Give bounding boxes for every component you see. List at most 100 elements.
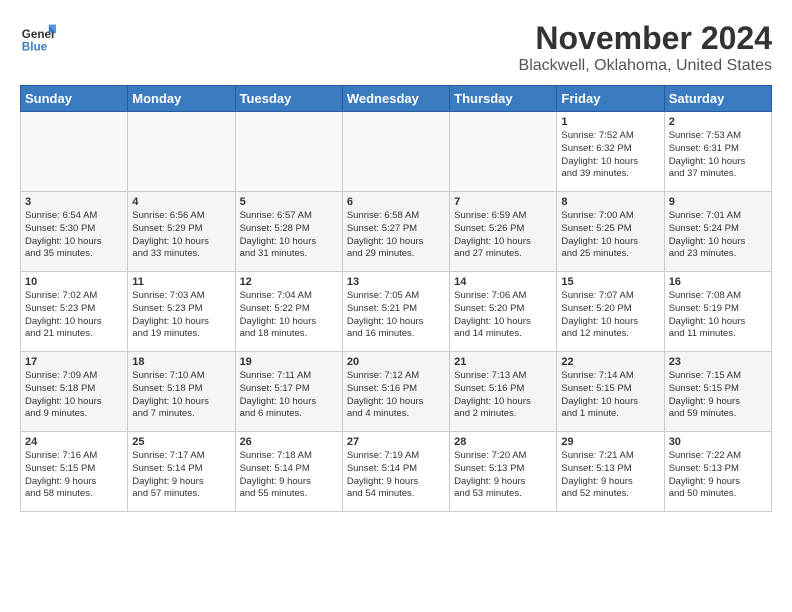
day-info: Sunrise: 7:03 AM Sunset: 5:23 PM Dayligh…	[132, 290, 230, 341]
calendar-day-cell: 28 Sunrise: 7:20 AM Sunset: 5:13 PM Dayli…	[450, 432, 557, 512]
day-info: Sunrise: 7:06 AM Sunset: 5:20 PM Dayligh…	[454, 290, 552, 341]
day-info: Sunrise: 7:20 AM Sunset: 5:13 PM Dayligh…	[454, 450, 552, 501]
day-number: 8	[561, 196, 659, 208]
calendar-day-cell: 22 Sunrise: 7:14 AM Sunset: 5:15 PM Dayli…	[557, 352, 664, 432]
day-number: 21	[454, 356, 552, 368]
day-info: Sunrise: 6:58 AM Sunset: 5:27 PM Dayligh…	[347, 210, 445, 261]
day-info: Sunrise: 7:09 AM Sunset: 5:18 PM Dayligh…	[25, 370, 123, 421]
day-number: 14	[454, 276, 552, 288]
calendar-day-cell: 24 Sunrise: 7:16 AM Sunset: 5:15 PM Dayli…	[21, 432, 128, 512]
calendar-day-cell: 5 Sunrise: 6:57 AM Sunset: 5:28 PM Daylig…	[235, 192, 342, 272]
location: Blackwell, Oklahoma, United States	[519, 57, 772, 75]
calendar-day-cell: 6 Sunrise: 6:58 AM Sunset: 5:27 PM Daylig…	[342, 192, 449, 272]
calendar-day-cell: 20 Sunrise: 7:12 AM Sunset: 5:16 PM Dayli…	[342, 352, 449, 432]
calendar-day-cell: 2 Sunrise: 7:53 AM Sunset: 6:31 PM Daylig…	[664, 112, 771, 192]
day-info: Sunrise: 7:17 AM Sunset: 5:14 PM Dayligh…	[132, 450, 230, 501]
weekday-header-wednesday: Wednesday	[342, 86, 449, 112]
day-number: 27	[347, 436, 445, 448]
day-number: 2	[669, 116, 767, 128]
day-info: Sunrise: 6:54 AM Sunset: 5:30 PM Dayligh…	[25, 210, 123, 261]
day-number: 3	[25, 196, 123, 208]
weekday-header-monday: Monday	[128, 86, 235, 112]
calendar-day-cell: 18 Sunrise: 7:10 AM Sunset: 5:18 PM Dayli…	[128, 352, 235, 432]
calendar-day-cell: 15Sunrise: 7:07 AM Sunset: 5:20 PM Dayli…	[557, 272, 664, 352]
day-info: Sunrise: 7:12 AM Sunset: 5:16 PM Dayligh…	[347, 370, 445, 421]
day-number: 5	[240, 196, 338, 208]
calendar-day-cell	[342, 112, 449, 192]
weekday-header-friday: Friday	[557, 86, 664, 112]
day-info: Sunrise: 7:53 AM Sunset: 6:31 PM Dayligh…	[669, 130, 767, 181]
day-info: Sunrise: 7:19 AM Sunset: 5:14 PM Dayligh…	[347, 450, 445, 501]
calendar-day-cell: 10 Sunrise: 7:02 AM Sunset: 5:23 PM Dayli…	[21, 272, 128, 352]
day-number: 25	[132, 436, 230, 448]
day-info: Sunrise: 7:15 AM Sunset: 5:15 PM Dayligh…	[669, 370, 767, 421]
calendar-day-cell: 13 Sunrise: 7:05 AM Sunset: 5:21 PM Dayli…	[342, 272, 449, 352]
day-info: Sunrise: 7:13 AM Sunset: 5:16 PM Dayligh…	[454, 370, 552, 421]
calendar-day-cell: 19Sunrise: 7:11 AM Sunset: 5:17 PM Dayli…	[235, 352, 342, 432]
weekday-header-row: SundayMondayTuesdayWednesdayThursdayFrid…	[21, 86, 772, 112]
calendar-day-cell: 17 Sunrise: 7:09 AM Sunset: 5:18 PM Dayli…	[21, 352, 128, 432]
calendar-week-row: 24 Sunrise: 7:16 AM Sunset: 5:15 PM Dayli…	[21, 432, 772, 512]
day-number: 30	[669, 436, 767, 448]
day-info: Sunrise: 6:57 AM Sunset: 5:28 PM Dayligh…	[240, 210, 338, 261]
day-info: Sunrise: 7:00 AM Sunset: 5:25 PM Dayligh…	[561, 210, 659, 261]
day-number: 10	[25, 276, 123, 288]
calendar-day-cell: 3 Sunrise: 6:54 AM Sunset: 5:30 PM Daylig…	[21, 192, 128, 272]
calendar-week-row: 3 Sunrise: 6:54 AM Sunset: 5:30 PM Daylig…	[21, 192, 772, 272]
day-info: Sunrise: 6:56 AM Sunset: 5:29 PM Dayligh…	[132, 210, 230, 261]
day-info: Sunrise: 7:11 AM Sunset: 5:17 PM Dayligh…	[240, 370, 338, 421]
day-number: 13	[347, 276, 445, 288]
day-info: Sunrise: 7:14 AM Sunset: 5:15 PM Dayligh…	[561, 370, 659, 421]
day-number: 16	[669, 276, 767, 288]
weekday-header-thursday: Thursday	[450, 86, 557, 112]
calendar-table: SundayMondayTuesdayWednesdayThursdayFrid…	[20, 85, 772, 512]
day-number: 6	[347, 196, 445, 208]
day-number: 29	[561, 436, 659, 448]
day-info: Sunrise: 7:05 AM Sunset: 5:21 PM Dayligh…	[347, 290, 445, 341]
day-number: 18	[132, 356, 230, 368]
day-info: Sunrise: 7:04 AM Sunset: 5:22 PM Dayligh…	[240, 290, 338, 341]
calendar-day-cell: 9 Sunrise: 7:01 AM Sunset: 5:24 PM Daylig…	[664, 192, 771, 272]
logo: General Blue	[20, 20, 56, 56]
calendar-day-cell: 14 Sunrise: 7:06 AM Sunset: 5:20 PM Dayli…	[450, 272, 557, 352]
day-number: 20	[347, 356, 445, 368]
calendar-day-cell: 12 Sunrise: 7:04 AM Sunset: 5:22 PM Dayli…	[235, 272, 342, 352]
day-info: Sunrise: 7:52 AM Sunset: 6:32 PM Dayligh…	[561, 130, 659, 181]
calendar-day-cell: 1 Sunrise: 7:52 AM Sunset: 6:32 PM Daylig…	[557, 112, 664, 192]
day-info: Sunrise: 7:02 AM Sunset: 5:23 PM Dayligh…	[25, 290, 123, 341]
title-block: November 2024 Blackwell, Oklahoma, Unite…	[519, 20, 772, 75]
day-number: 28	[454, 436, 552, 448]
day-info: Sunrise: 7:16 AM Sunset: 5:15 PM Dayligh…	[25, 450, 123, 501]
day-number: 11	[132, 276, 230, 288]
calendar-day-cell: 23 Sunrise: 7:15 AM Sunset: 5:15 PM Dayli…	[664, 352, 771, 432]
calendar-week-row: 1 Sunrise: 7:52 AM Sunset: 6:32 PM Daylig…	[21, 112, 772, 192]
day-number: 12	[240, 276, 338, 288]
month-title: November 2024	[519, 20, 772, 57]
calendar-day-cell: 16 Sunrise: 7:08 AM Sunset: 5:19 PM Dayli…	[664, 272, 771, 352]
day-info: Sunrise: 7:01 AM Sunset: 5:24 PM Dayligh…	[669, 210, 767, 261]
day-number: 24	[25, 436, 123, 448]
day-info: Sunrise: 6:59 AM Sunset: 5:26 PM Dayligh…	[454, 210, 552, 261]
logo-icon: General Blue	[20, 20, 56, 56]
day-number: 26	[240, 436, 338, 448]
day-number: 1	[561, 116, 659, 128]
day-number: 17	[25, 356, 123, 368]
day-number: 22	[561, 356, 659, 368]
calendar-day-cell: 27 Sunrise: 7:19 AM Sunset: 5:14 PM Dayli…	[342, 432, 449, 512]
day-info: Sunrise: 7:07 AM Sunset: 5:20 PM Dayligh…	[561, 290, 659, 341]
day-info: Sunrise: 7:18 AM Sunset: 5:14 PM Dayligh…	[240, 450, 338, 501]
day-number: 9	[669, 196, 767, 208]
weekday-header-sunday: Sunday	[21, 86, 128, 112]
day-number: 23	[669, 356, 767, 368]
calendar-day-cell: 11 Sunrise: 7:03 AM Sunset: 5:23 PM Dayli…	[128, 272, 235, 352]
day-info: Sunrise: 7:08 AM Sunset: 5:19 PM Dayligh…	[669, 290, 767, 341]
calendar-day-cell: 4 Sunrise: 6:56 AM Sunset: 5:29 PM Daylig…	[128, 192, 235, 272]
calendar-day-cell: 25 Sunrise: 7:17 AM Sunset: 5:14 PM Dayli…	[128, 432, 235, 512]
calendar-week-row: 10 Sunrise: 7:02 AM Sunset: 5:23 PM Dayli…	[21, 272, 772, 352]
calendar-day-cell	[128, 112, 235, 192]
day-number: 4	[132, 196, 230, 208]
calendar-day-cell: 21 Sunrise: 7:13 AM Sunset: 5:16 PM Dayli…	[450, 352, 557, 432]
page-header: General Blue November 2024 Blackwell, Ok…	[20, 20, 772, 75]
day-info: Sunrise: 7:10 AM Sunset: 5:18 PM Dayligh…	[132, 370, 230, 421]
calendar-day-cell: 26 Sunrise: 7:18 AM Sunset: 5:14 PM Dayli…	[235, 432, 342, 512]
